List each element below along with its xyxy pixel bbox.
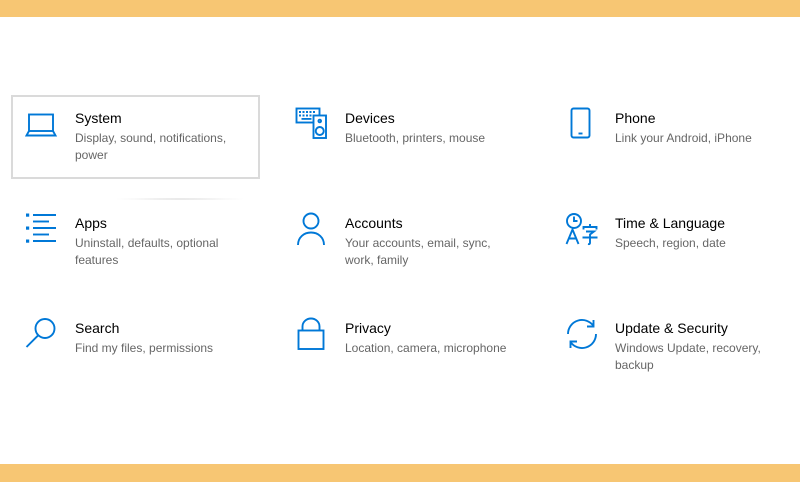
tile-title: Apps <box>75 215 107 231</box>
tile-description: Speech, region, date <box>615 236 726 250</box>
settings-tile-system[interactable]: System Display, sound, notifications, po… <box>11 95 260 179</box>
tile-description: Windows Update, recovery, backup <box>615 341 761 372</box>
tile-description: Your accounts, email, sync, work, family <box>345 236 491 267</box>
tile-title: Accounts <box>345 215 403 231</box>
bottom-frame-bar <box>0 464 800 482</box>
tile-description: Location, camera, microphone <box>345 341 507 355</box>
settings-tile-search[interactable]: Search Find my files, permissions <box>11 305 260 389</box>
phone-icon <box>565 107 601 143</box>
search-icon <box>25 317 61 353</box>
apps-list-icon <box>25 212 61 248</box>
top-frame-bar <box>0 0 800 17</box>
tile-title: System <box>75 110 122 126</box>
tile-title: Time & Language <box>615 215 725 231</box>
tile-description: Link your Android, iPhone <box>615 131 752 145</box>
settings-tile-devices[interactable]: Devices Bluetooth, printers, mouse <box>281 95 530 179</box>
settings-tile-accounts[interactable]: Accounts Your accounts, email, sync, wor… <box>281 200 530 284</box>
tile-description: Uninstall, defaults, optional features <box>75 236 219 267</box>
tile-title: Devices <box>345 110 395 126</box>
person-icon <box>295 212 331 248</box>
tile-description: Display, sound, notifications, power <box>75 131 227 162</box>
tile-title: Search <box>75 320 120 336</box>
tile-title: Phone <box>615 110 656 126</box>
settings-tile-time-language[interactable]: Time & Language Speech, region, date <box>551 200 800 284</box>
tile-description: Find my files, permissions <box>75 341 214 355</box>
tile-description: Bluetooth, printers, mouse <box>345 131 486 145</box>
settings-tile-phone[interactable]: Phone Link your Android, iPhone <box>551 95 800 179</box>
settings-tile-apps[interactable]: Apps Uninstall, defaults, optional featu… <box>11 200 260 284</box>
tile-title: Privacy <box>345 320 391 336</box>
time-language-icon <box>565 212 601 248</box>
lock-icon <box>295 317 331 353</box>
settings-tile-update-security[interactable]: Update & Security Windows Update, recove… <box>551 305 800 389</box>
tile-title: Update & Security <box>615 320 728 336</box>
settings-tile-privacy[interactable]: Privacy Location, camera, microphone <box>281 305 530 389</box>
laptop-icon <box>25 107 61 143</box>
devices-icon <box>295 107 331 143</box>
sync-arrows-icon <box>565 317 601 353</box>
